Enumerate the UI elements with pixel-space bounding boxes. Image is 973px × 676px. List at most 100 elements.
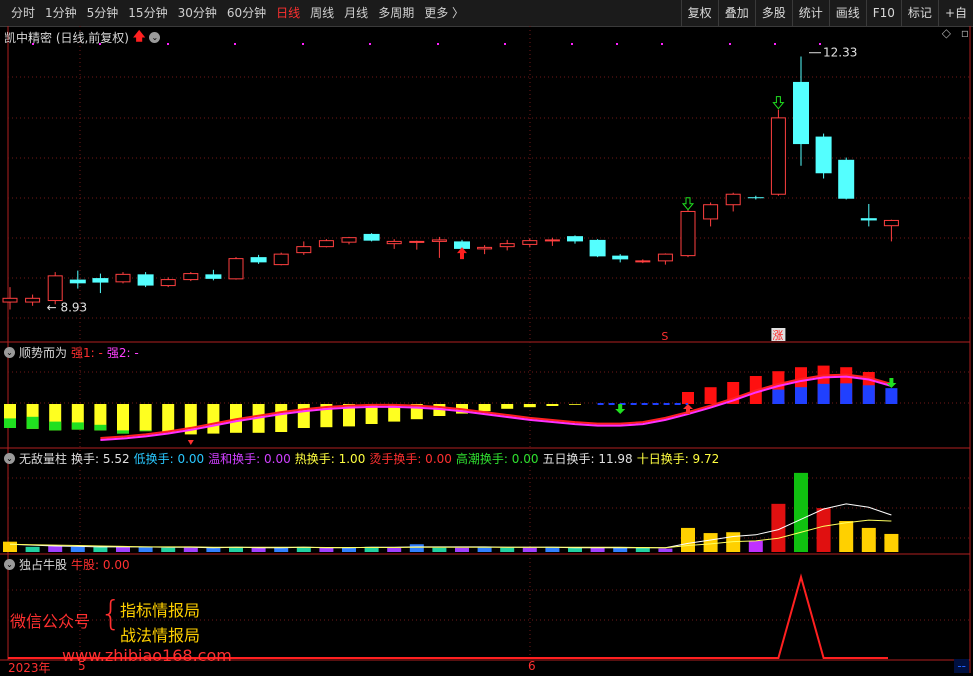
turnover-field-6: 五日换手: 11.98 bbox=[542, 452, 633, 466]
chevron-down-icon[interactable]: ⌄ bbox=[4, 347, 15, 358]
volume-bar-28 bbox=[635, 547, 650, 552]
candle-body-32 bbox=[725, 193, 741, 206]
volume-bar-8 bbox=[183, 547, 198, 552]
candle-body-6 bbox=[137, 274, 154, 286]
candle-body-33 bbox=[747, 197, 764, 199]
volume-bar-35 bbox=[794, 472, 808, 552]
trend-bar-blue-34 bbox=[772, 389, 785, 404]
top-marker-dot-11 bbox=[729, 43, 731, 45]
signal-arrow-down-2 bbox=[772, 96, 785, 110]
top-marker-dot-4 bbox=[302, 43, 304, 45]
top-marker-dot-6 bbox=[437, 43, 439, 45]
candle-body-31 bbox=[703, 204, 719, 220]
volume-bar-31 bbox=[703, 533, 718, 552]
axis-corner: -- bbox=[954, 659, 969, 673]
volume-bar-15 bbox=[342, 547, 356, 552]
chevron-down-icon[interactable]: ⌄ bbox=[4, 453, 15, 464]
volume-bar-11 bbox=[251, 547, 266, 552]
volume-bar-23 bbox=[522, 547, 537, 552]
low-label: ← 8.93 bbox=[47, 300, 88, 314]
volume-bar-39 bbox=[884, 533, 899, 552]
top-marker-dot-3 bbox=[234, 43, 236, 45]
candle-body-11 bbox=[250, 257, 267, 263]
q1-label: 强1: - bbox=[71, 346, 103, 360]
candle-body-36 bbox=[815, 136, 832, 174]
volume-bar-0 bbox=[3, 541, 17, 552]
trend-bar-red-31 bbox=[704, 387, 717, 404]
candle-body-12 bbox=[273, 253, 289, 266]
p2-arrow-up-icon bbox=[187, 440, 194, 445]
candle-body-13 bbox=[296, 246, 312, 254]
volume-bar-5 bbox=[116, 546, 130, 552]
q2-label: 强2: - bbox=[106, 346, 139, 360]
up-arrow-icon: 🡅 bbox=[133, 29, 146, 43]
candle-body-16 bbox=[363, 233, 380, 241]
candle-body-28 bbox=[635, 260, 651, 263]
axis-year: 2023年 bbox=[8, 661, 51, 675]
volume-bar-37 bbox=[839, 521, 854, 552]
candle-body-1 bbox=[25, 297, 41, 303]
stock-title: 凯中精密 (日线,前复权) bbox=[4, 31, 129, 45]
trend-bar-yellow-23 bbox=[523, 404, 536, 408]
candle-body-9 bbox=[205, 274, 222, 279]
trend-bar-yellow-25 bbox=[569, 404, 581, 405]
wechat-label: 微信公众号 bbox=[10, 612, 91, 631]
volume-bar-4 bbox=[93, 546, 108, 552]
trend-bar-yellow-6 bbox=[139, 404, 152, 432]
wm-url: www.zhibiao168.com bbox=[62, 646, 232, 665]
volume-bar-12 bbox=[274, 547, 289, 552]
turnover-field-5: 高潮换手: 0.00 bbox=[455, 452, 539, 466]
candle-body-8 bbox=[183, 273, 199, 281]
candle-body-3 bbox=[69, 279, 86, 284]
wm-line1: 指标情报局 bbox=[120, 601, 201, 620]
candle-body-29 bbox=[657, 253, 673, 262]
volume-bar-26 bbox=[590, 547, 605, 552]
volume-bar-36 bbox=[816, 508, 831, 552]
trend-bar-blue-36 bbox=[817, 383, 830, 404]
chevron-down-icon[interactable]: ⌄ bbox=[4, 559, 15, 570]
panel4-title: 独占牛股 bbox=[19, 558, 68, 572]
volume-bar-19 bbox=[432, 547, 447, 552]
volume-bar-2 bbox=[48, 545, 63, 552]
volume-bar-17 bbox=[387, 547, 402, 552]
kline-chart-canvas[interactable]: 12.33 ← 8.93 S 涨 bbox=[0, 0, 973, 673]
trend-bar-green-4 bbox=[94, 424, 107, 431]
trend-bar-yellow-13 bbox=[297, 404, 310, 428]
candle-body-37 bbox=[838, 159, 855, 199]
chevron-down-icon[interactable]: ⌄ bbox=[149, 32, 161, 43]
trend-bar-yellow-12 bbox=[275, 404, 288, 432]
trend-bar-green-2 bbox=[49, 421, 62, 431]
signal-zhang-label: 涨 bbox=[772, 329, 783, 342]
volume-bar-22 bbox=[500, 547, 515, 552]
panel3-title: 无敌量柱 bbox=[19, 452, 68, 466]
trend-bar-green-5 bbox=[117, 430, 129, 434]
wm-line2: 战法情报局 bbox=[120, 626, 201, 645]
candle-body-23 bbox=[522, 240, 538, 245]
candle-body-35 bbox=[793, 81, 809, 145]
candle-body-4 bbox=[92, 278, 109, 283]
candle-body-30 bbox=[680, 210, 696, 257]
top-marker-dot-12 bbox=[774, 43, 776, 45]
candle-body-15 bbox=[341, 237, 357, 243]
axis-month-6: 6 bbox=[528, 659, 536, 673]
volume-bar-14 bbox=[319, 547, 334, 552]
top-marker-dot-10 bbox=[661, 43, 663, 45]
candle-body-5 bbox=[115, 273, 131, 283]
volume-bar-1 bbox=[25, 546, 40, 552]
diamond-icon[interactable]: ◇ bbox=[942, 26, 951, 40]
turnover-field-4: 烫手换手: 0.00 bbox=[369, 452, 452, 466]
top-marker-dot-8 bbox=[571, 43, 573, 45]
top-marker-dot-9 bbox=[616, 43, 618, 45]
turnover-field-1: 低换手: 0.00 bbox=[133, 452, 205, 466]
volume-bar-30 bbox=[681, 527, 695, 552]
candle-body-24 bbox=[544, 239, 560, 242]
volume-bar-3 bbox=[70, 546, 85, 552]
top-marker-dot-5 bbox=[369, 43, 371, 45]
volume-bar-20 bbox=[455, 547, 469, 552]
expand-icon[interactable]: ▫ bbox=[961, 26, 969, 40]
trend-bar-blue-37 bbox=[840, 383, 853, 404]
candle-body-2 bbox=[47, 275, 63, 302]
trend-bar-yellow-7 bbox=[162, 404, 175, 432]
candle-body-34 bbox=[770, 117, 786, 195]
candle-body-22 bbox=[499, 243, 515, 248]
